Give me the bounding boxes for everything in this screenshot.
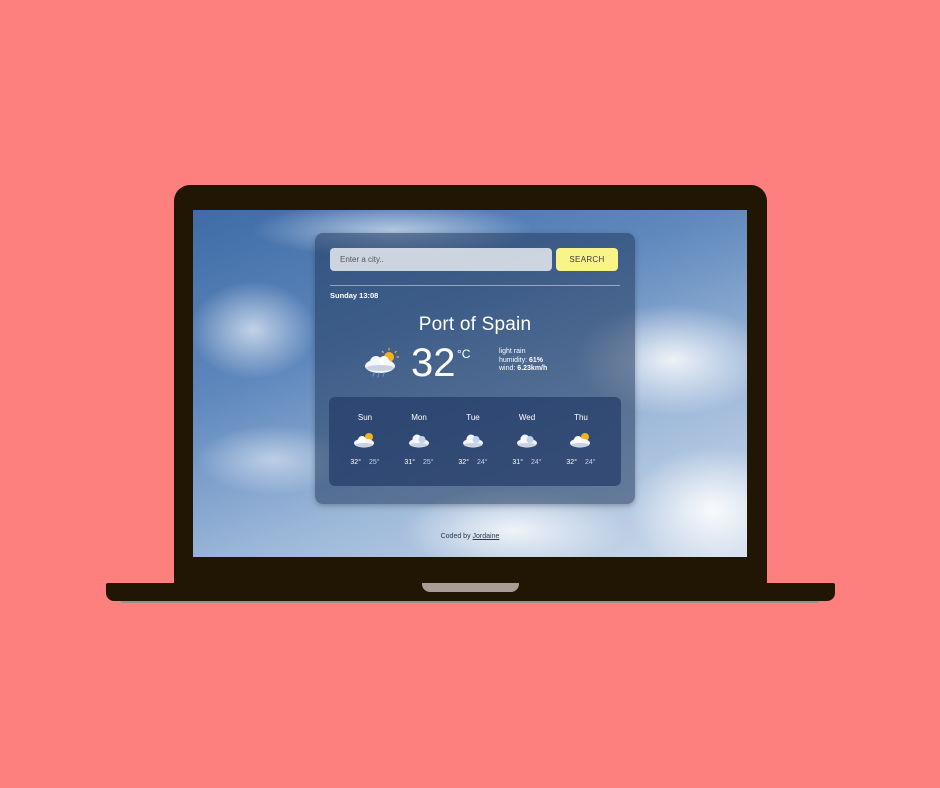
weather-description: light rain — [499, 348, 526, 355]
forecast-temps: 32° 24° — [446, 459, 500, 466]
forecast-day-name: Thu — [574, 413, 588, 422]
search-input[interactable]: Enter a city.. — [330, 248, 552, 271]
cloud-sun-icon — [570, 433, 590, 448]
cloud-icon — [517, 434, 537, 448]
wind-label: wind: — [499, 365, 516, 372]
forecast-low: 24° — [477, 459, 488, 466]
cloud-sun-icon — [354, 433, 374, 448]
forecast-low: 25° — [369, 459, 380, 466]
forecast-day-name: Wed — [518, 413, 536, 422]
forecast-day-name: Tue — [466, 413, 480, 422]
forecast-day: Thu 32° 24° — [554, 397, 608, 486]
forecast-temps: 31° 25° — [392, 459, 446, 466]
city-name: Port of Spain — [418, 314, 532, 335]
forecast-high: 32° — [350, 459, 361, 466]
laptop-screen: Enter a city.. SEARCH Sunday 13:08 Port … — [193, 210, 747, 557]
wind-value: 6.23km/h — [517, 365, 548, 372]
author-link[interactable]: Jordaine — [473, 533, 500, 540]
forecast-high: 31° — [512, 459, 523, 466]
forecast-day: Mon 31° 25° — [392, 397, 446, 486]
forecast-low: 24° — [585, 459, 596, 466]
forecast-day: Wed 31° 24° — [500, 397, 554, 486]
temperature-unit: °C — [457, 347, 471, 361]
humidity-row: humidity: 61% — [499, 357, 547, 366]
cloud-icon — [409, 434, 429, 448]
search-button[interactable]: SEARCH — [556, 248, 618, 271]
forecast-temps: 31° 24° — [500, 459, 554, 466]
humidity-value: 61% — [528, 356, 543, 364]
forecast-panel: Sun 32° 25° Mon 31° 25° Tue 32° 24° Wed … — [329, 397, 621, 486]
forecast-low: 25° — [423, 459, 434, 466]
footer-prefix: Coded by — [440, 533, 471, 540]
wind-row: wind: 6.23km/h — [499, 365, 547, 374]
forecast-temps: 32° 24° — [554, 459, 608, 466]
current-datetime: Sunday 13:08 — [330, 291, 379, 300]
forecast-day: Sun 32° 25° — [338, 397, 392, 486]
current-temperature: 32 — [411, 341, 456, 385]
forecast-day-name: Mon — [411, 413, 427, 422]
forecast-high: 31° — [404, 459, 415, 466]
forecast-low: 24° — [531, 459, 542, 466]
weather-details: light rain humidity: 61% wind: 6.23km/h — [499, 348, 547, 374]
search-placeholder: Enter a city.. — [340, 255, 384, 264]
cloud-icon — [463, 434, 483, 448]
laptop-notch — [422, 583, 519, 592]
rain-cloud-sun-icon — [365, 348, 399, 378]
forecast-high: 32° — [458, 459, 469, 466]
humidity-label: humidity: — [499, 356, 528, 364]
forecast-high: 32° — [566, 459, 577, 466]
forecast-temps: 32° 25° — [338, 459, 392, 466]
footer: Coded by Jordaine — [193, 533, 747, 540]
forecast-day: Tue 32° 24° — [446, 397, 500, 486]
weather-card: Enter a city.. SEARCH Sunday 13:08 Port … — [315, 233, 635, 504]
divider — [330, 285, 620, 286]
forecast-day-name: Sun — [357, 413, 373, 422]
